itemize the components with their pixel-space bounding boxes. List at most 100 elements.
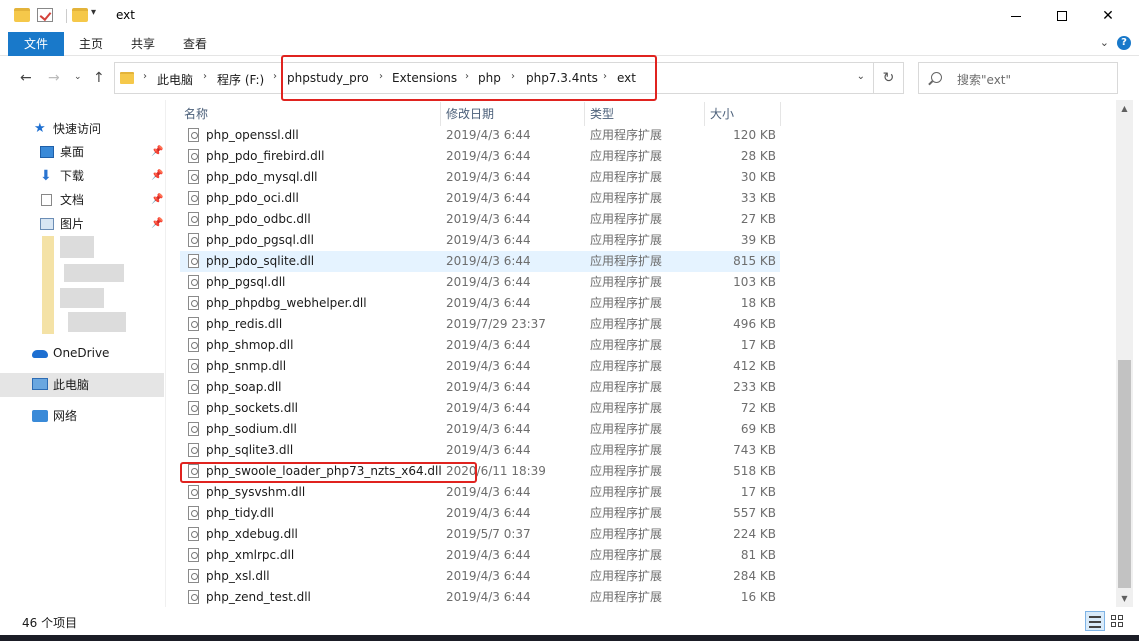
sort-ascending-icon: ^ [304, 100, 312, 108]
file-row[interactable]: php_xsl.dll 2019/4/3 6:44 应用程序扩展 284 KB [180, 566, 780, 587]
network-icon [32, 410, 48, 422]
column-divider[interactable] [440, 102, 441, 126]
file-row[interactable]: php_shmop.dll 2019/4/3 6:44 应用程序扩展 17 KB [180, 335, 780, 356]
breadcrumb-separator: › [143, 71, 147, 82]
file-row[interactable]: php_phpdbg_webhelper.dll 2019/4/3 6:44 应用程… [180, 293, 780, 314]
close-button[interactable]: ✕ [1085, 0, 1131, 32]
details-view-icon-line [1089, 626, 1101, 628]
expand-ribbon-icon[interactable]: ⌄ [1100, 36, 1109, 49]
up-arrow-icon[interactable]: ↑ [93, 70, 105, 86]
file-list: 名称 ^ 修改日期 类型 大小 php_openssl.dll 2019/4/3 … [166, 100, 1116, 607]
file-row[interactable]: php_pdo_pgsql.dll 2019/4/3 6:44 应用程序扩展 39 K… [180, 230, 780, 251]
file-row[interactable]: php_xmlrpc.dll 2019/4/3 6:44 应用程序扩展 81 KB [180, 545, 780, 566]
breadcrumb-phpstudy[interactable]: phpstudy_pro [287, 71, 369, 85]
help-icon[interactable]: ? [1117, 36, 1131, 50]
scrollbar-thumb[interactable] [1118, 360, 1131, 588]
breadcrumb-ext[interactable]: ext [617, 71, 636, 85]
sidebar-item-pictures[interactable]: 图片 📌 [0, 213, 164, 235]
file-row[interactable]: php_sodium.dll 2019/4/3 6:44 应用程序扩展 69 KB [180, 419, 780, 440]
file-size: 69 KB [740, 422, 776, 436]
file-row[interactable]: php_pdo_firebird.dll 2019/4/3 6:44 应用程序扩展 2… [180, 146, 780, 167]
large-icons-view-button[interactable] [1107, 611, 1127, 631]
file-row[interactable]: php_pdo_oci.dll 2019/4/3 6:44 应用程序扩展 33 KB [180, 188, 780, 209]
breadcrumb-php[interactable]: php [478, 71, 501, 85]
scroll-down-icon[interactable]: ▼ [1116, 590, 1133, 607]
tab-home[interactable]: 主页 [68, 32, 114, 56]
pin-icon[interactable]: 📌 [151, 189, 163, 211]
file-row[interactable]: php_redis.dll 2019/7/29 23:37 应用程序扩展 496 KB [180, 314, 780, 335]
details-view-button[interactable] [1085, 611, 1105, 631]
file-size: 30 KB [740, 170, 776, 184]
pin-icon[interactable]: 📌 [151, 213, 163, 235]
file-date: 2019/5/7 0:37 [446, 527, 531, 541]
tab-share[interactable]: 共享 [120, 32, 166, 56]
column-header-name[interactable]: 名称 [184, 100, 208, 126]
breadcrumb-this-pc[interactable]: 此电脑 [157, 71, 193, 88]
file-row[interactable]: php_sysvshm.dll 2019/4/3 6:44 应用程序扩展 17 KB [180, 482, 780, 503]
sidebar-item-desktop[interactable]: 桌面 📌 [0, 141, 164, 163]
dll-file-icon [188, 401, 199, 415]
file-type: 应用程序扩展 [590, 338, 663, 352]
address-history-icon[interactable]: ⌄ [857, 71, 865, 82]
file-size: 412 KB [733, 359, 776, 373]
tab-view[interactable]: 查看 [172, 32, 218, 56]
search-input[interactable]: 搜索"ext" [918, 62, 1118, 94]
sidebar-item-network[interactable]: 网络 [0, 405, 164, 427]
file-row[interactable]: php_pdo_sqlite.dll 2019/4/3 6:44 应用程序扩展 815… [180, 251, 780, 272]
file-row[interactable]: php_zend_test.dll 2019/4/3 6:44 应用程序扩展 16 K… [180, 587, 780, 607]
pin-icon[interactable]: 📌 [151, 165, 163, 187]
sidebar-item-label: 网络 [53, 409, 78, 423]
sidebar-item-documents[interactable]: 文档 📌 [0, 189, 164, 211]
column-divider[interactable] [780, 102, 781, 126]
minimize-button[interactable] [993, 0, 1039, 32]
file-row[interactable]: php_swoole_loader_php73_nzts_x64.dll 2020… [180, 461, 780, 482]
breadcrumb-php-version[interactable]: php7.3.4nts [526, 71, 598, 85]
file-row[interactable]: php_pdo_odbc.dll 2019/4/3 6:44 应用程序扩展 27 KB [180, 209, 780, 230]
file-date: 2019/4/3 6:44 [446, 401, 531, 415]
file-row[interactable]: php_xdebug.dll 2019/5/7 0:37 应用程序扩展 224 KB [180, 524, 780, 545]
folder-icon[interactable] [14, 8, 30, 22]
file-date: 2019/4/3 6:44 [446, 149, 531, 163]
column-header-size[interactable]: 大小 [710, 100, 734, 126]
breadcrumb-drive[interactable]: 程序 (F:) [217, 71, 264, 88]
breadcrumb-extensions[interactable]: Extensions [392, 71, 457, 85]
forward-arrow-icon[interactable]: → [48, 70, 60, 86]
refresh-button[interactable]: ↻ [874, 62, 904, 94]
chevron-down-icon[interactable]: ▾ [91, 7, 96, 18]
column-divider[interactable] [584, 102, 585, 126]
file-size: 518 KB [733, 464, 776, 478]
sidebar-item-this-pc[interactable]: 此电脑 [0, 373, 164, 397]
file-row[interactable]: php_tidy.dll 2019/4/3 6:44 应用程序扩展 557 KB [180, 503, 780, 524]
new-folder-icon[interactable] [72, 8, 88, 22]
sidebar-item-quick-access[interactable]: ★ 快速访问 [0, 118, 164, 140]
file-row[interactable]: php_snmp.dll 2019/4/3 6:44 应用程序扩展 412 KB [180, 356, 780, 377]
file-row[interactable]: php_pdo_mysql.dll 2019/4/3 6:44 应用程序扩展 30 K… [180, 167, 780, 188]
column-divider[interactable] [704, 102, 705, 126]
sidebar-item-downloads[interactable]: ⬇ 下载 📌 [0, 165, 164, 187]
ribbon: 文件 主页 共享 查看 ⌄ ? [0, 32, 1139, 56]
vertical-scrollbar[interactable]: ▲ ▼ [1116, 100, 1133, 607]
file-row[interactable]: php_soap.dll 2019/4/3 6:44 应用程序扩展 233 KB [180, 377, 780, 398]
search-icon [931, 72, 942, 83]
file-row[interactable]: php_openssl.dll 2019/4/3 6:44 应用程序扩展 120 KB [180, 125, 780, 146]
column-header-type[interactable]: 类型 [590, 100, 614, 126]
dll-file-icon [188, 296, 199, 310]
column-header-date[interactable]: 修改日期 [446, 100, 494, 126]
window-title: ext [116, 8, 135, 22]
address-bar[interactable]: › 此电脑 › 程序 (F:) › phpstudy_pro › Extensi… [114, 62, 874, 94]
file-row[interactable]: php_sqlite3.dll 2019/4/3 6:44 应用程序扩展 743 KB [180, 440, 780, 461]
scroll-up-icon[interactable]: ▲ [1116, 100, 1133, 117]
pin-icon[interactable]: 📌 [151, 141, 163, 163]
tab-file[interactable]: 文件 [8, 32, 64, 56]
file-name: php_pdo_sqlite.dll [206, 254, 315, 268]
file-row[interactable]: php_sockets.dll 2019/4/3 6:44 应用程序扩展 72 KB [180, 398, 780, 419]
details-view-icon-line [1089, 621, 1101, 623]
sidebar-item-onedrive[interactable]: OneDrive [0, 342, 164, 364]
file-type: 应用程序扩展 [590, 254, 663, 268]
back-arrow-icon[interactable]: ← [20, 70, 32, 86]
recent-locations-icon[interactable]: ⌄ [74, 72, 82, 82]
maximize-button[interactable] [1039, 0, 1085, 32]
properties-icon[interactable] [37, 8, 53, 22]
file-row[interactable]: php_pgsql.dll 2019/4/3 6:44 应用程序扩展 103 KB [180, 272, 780, 293]
navigation-pane: ★ 快速访问 桌面 📌 ⬇ 下载 📌 文档 📌 图片 📌 OneDrive 此电… [0, 100, 166, 607]
